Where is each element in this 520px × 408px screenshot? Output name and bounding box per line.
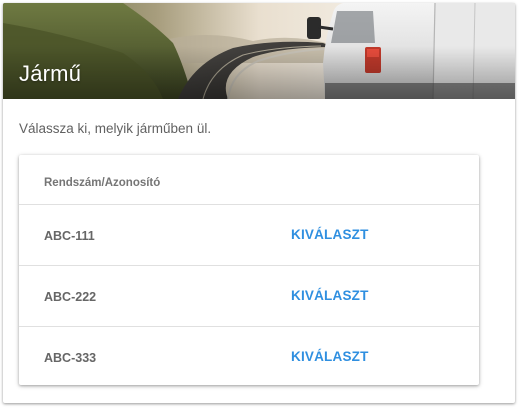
page-title: Jármű — [19, 61, 82, 86]
vehicle-card: Jármű Válassza ki, melyik járműben ül. R… — [3, 3, 515, 403]
header-banner: Jármű — [3, 3, 515, 99]
select-vehicle-button[interactable]: KIVÁLASZT — [281, 221, 379, 249]
vehicle-id: ABC-111 — [44, 229, 95, 243]
vehicle-id: ABC-222 — [44, 290, 97, 304]
vehicle-table: Rendszám/Azonosító ABC-111 KIVÁLASZT ABC… — [19, 155, 479, 385]
table-row: ABC-333 KIVÁLASZT — [19, 327, 479, 387]
instruction-text: Válassza ki, melyik járműben ül. — [19, 121, 212, 136]
vehicle-id: ABC-333 — [44, 351, 97, 365]
table-row: ABC-222 KIVÁLASZT — [19, 266, 479, 327]
select-vehicle-button[interactable]: KIVÁLASZT — [281, 282, 379, 310]
table-row: ABC-111 KIVÁLASZT — [19, 205, 479, 266]
column-header-plate: Rendszám/Azonosító — [44, 177, 161, 189]
table-header: Rendszám/Azonosító — [19, 155, 479, 205]
select-vehicle-button[interactable]: KIVÁLASZT — [281, 343, 379, 371]
